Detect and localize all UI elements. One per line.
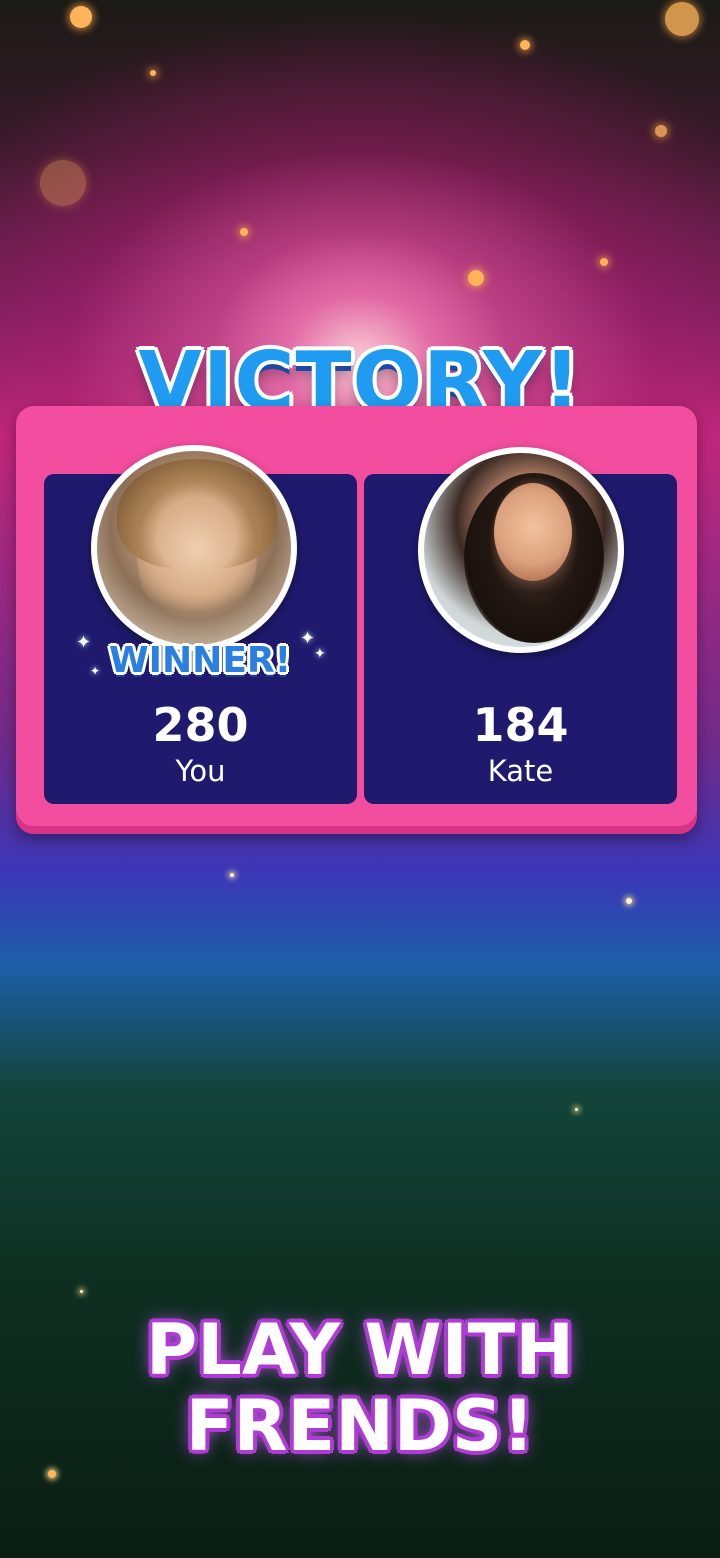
avatar-you xyxy=(91,445,297,651)
player-name-kate: Kate xyxy=(487,754,554,788)
sparkle-icon: ✦ xyxy=(76,632,92,653)
score-kate: 184 xyxy=(472,698,569,752)
sparkle-dot xyxy=(230,873,234,877)
bokeh-light xyxy=(600,258,608,266)
sparkle-icon: ✦ xyxy=(90,664,101,678)
promo-headline: PLAY WITH FRENDS! xyxy=(0,1312,720,1464)
promo-line-2: FRENDS! xyxy=(185,1385,535,1467)
bokeh-light xyxy=(520,40,530,50)
bokeh-light xyxy=(468,270,484,286)
bokeh-light xyxy=(655,125,667,137)
sparkle-icon: ✦ xyxy=(314,646,326,662)
bokeh-light xyxy=(40,160,86,206)
avatar-kate xyxy=(418,447,624,653)
sparkle-dot xyxy=(575,1108,578,1111)
winner-badge: WINNER! xyxy=(108,640,292,681)
sparkle-dot xyxy=(48,1470,56,1478)
sparkle-icon: ✦ xyxy=(300,628,316,649)
player-name-you: You xyxy=(175,754,226,788)
sparkle-dot xyxy=(80,1290,83,1293)
promo-line-1: PLAY WITH xyxy=(145,1309,575,1391)
bokeh-light xyxy=(665,2,699,36)
bokeh-light xyxy=(70,6,92,28)
score-you: 280 xyxy=(152,698,249,752)
bokeh-light xyxy=(150,70,156,76)
bokeh-light xyxy=(240,228,248,236)
sparkle-dot xyxy=(626,898,632,904)
